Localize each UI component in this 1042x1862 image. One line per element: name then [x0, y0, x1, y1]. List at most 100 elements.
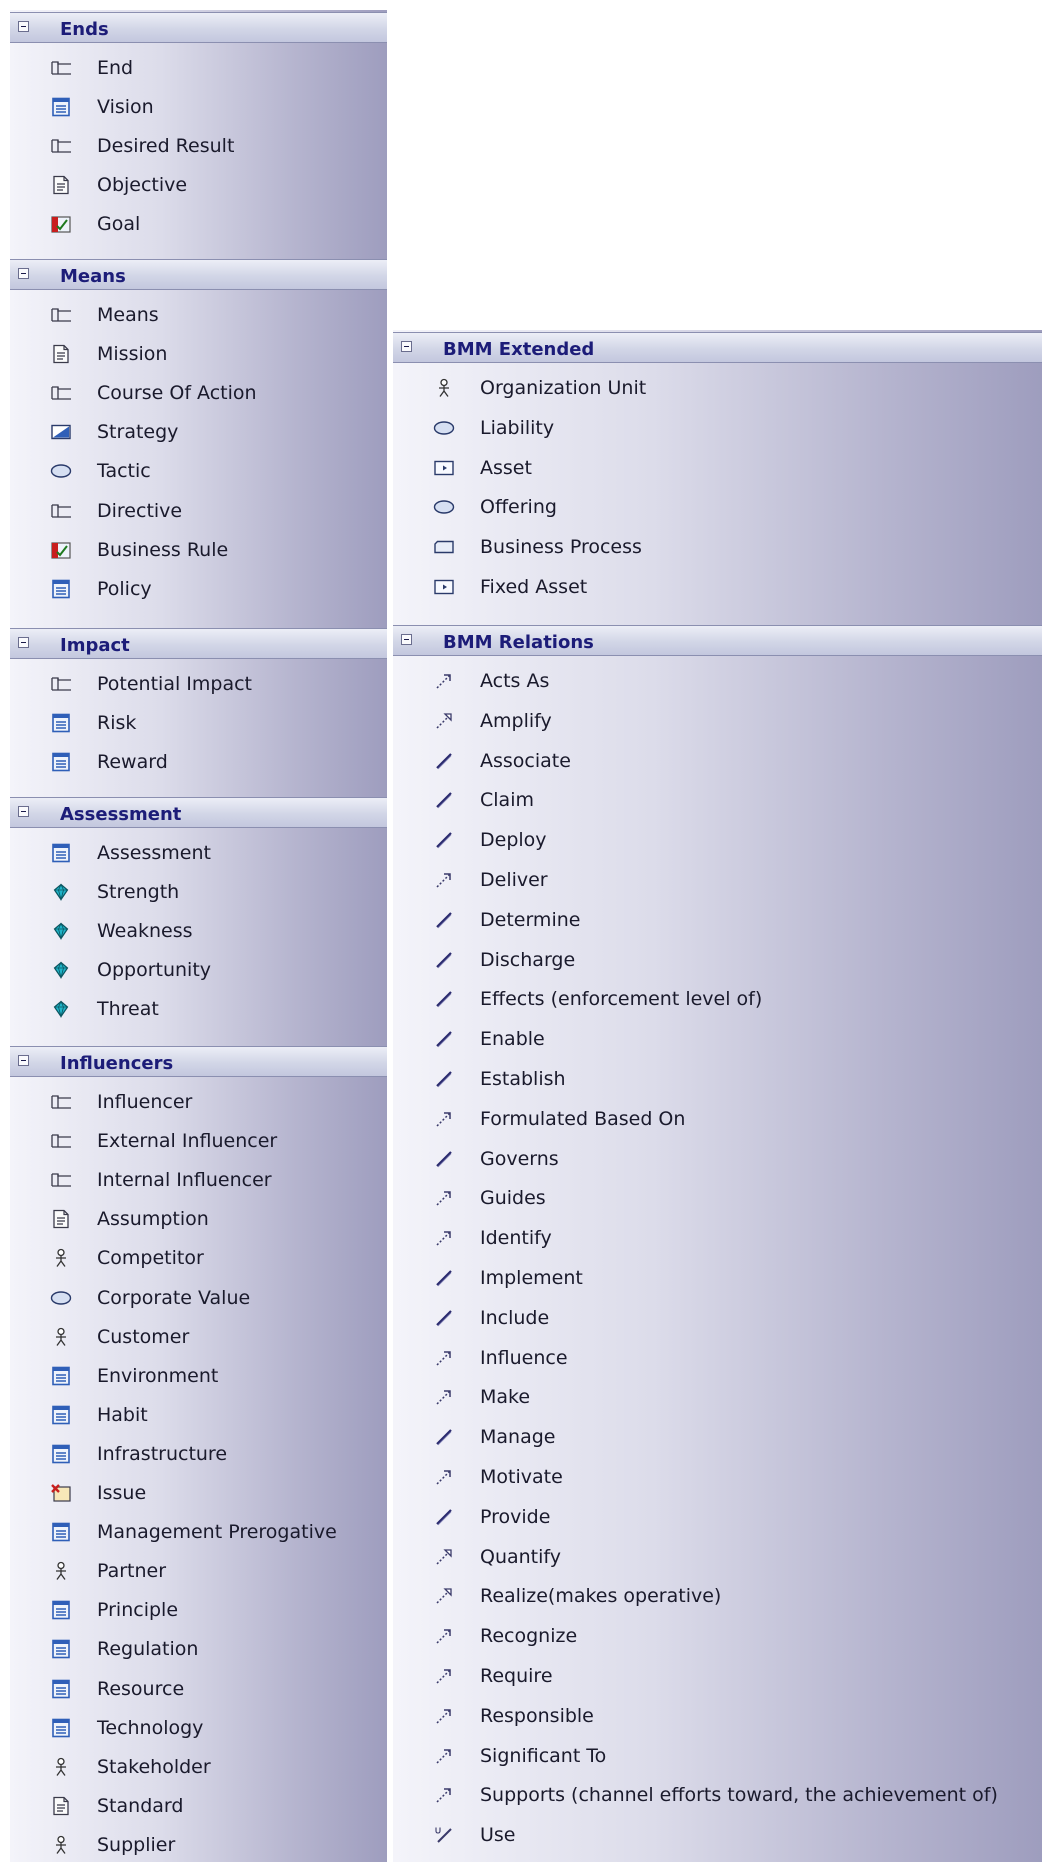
toolbox-item-corporate-value[interactable]: Corporate Value [10, 1278, 387, 1317]
toolbox-item-stakeholder[interactable]: Stakeholder [10, 1747, 387, 1786]
toolbox-item-opportunity[interactable]: Opportunity [10, 950, 387, 989]
toolbox-item-business-rule[interactable]: Business Rule [10, 530, 387, 569]
toolbox-item-supplier[interactable]: Supplier [10, 1825, 387, 1862]
toolbox-item-internal-influencer[interactable]: Internal Influencer [10, 1160, 387, 1199]
section-header-means[interactable]: Means [10, 259, 387, 290]
toolbox-item-manage[interactable]: Manage [393, 1417, 1042, 1456]
toolbox-item-quantify[interactable]: Quantify [393, 1537, 1042, 1576]
toolbox-item-influencer[interactable]: Influencer [10, 1082, 387, 1121]
toolbox-item-implement[interactable]: Implement [393, 1258, 1042, 1297]
toolbox-item-enable[interactable]: Enable [393, 1019, 1042, 1058]
section-header-bmm-relations[interactable]: BMM Relations [393, 625, 1042, 656]
toolbox-item-means[interactable]: Means [10, 295, 387, 334]
toolbox-item-label: Responsible [480, 1705, 594, 1727]
association-icon [433, 830, 455, 850]
toolbox-item-amplify[interactable]: Amplify [393, 701, 1042, 740]
toolbox-item-label: Supplier [97, 1834, 176, 1856]
dependency-icon [433, 1387, 455, 1407]
toolbox-item-fixed-asset[interactable]: Fixed Asset [393, 567, 1042, 606]
toolbox-item-acts-as[interactable]: Acts As [393, 661, 1042, 700]
toolbox-item-objective[interactable]: Objective [10, 165, 387, 204]
section-header-ends[interactable]: Ends [10, 12, 387, 43]
toolbox-item-desired-result[interactable]: Desired Result [10, 126, 387, 165]
toolbox-item-management-prerogative[interactable]: Management Prerogative [10, 1512, 387, 1551]
toolbox-item-environment[interactable]: Environment [10, 1356, 387, 1395]
toolbox-item-risk[interactable]: Risk [10, 703, 387, 742]
toolbox-item-issue[interactable]: Issue [10, 1473, 387, 1512]
toolbox-item-goal[interactable]: Goal [10, 204, 387, 243]
toolbox-item-reward[interactable]: Reward [10, 742, 387, 781]
toolbox-item-formulated-based-on[interactable]: Formulated Based On [393, 1099, 1042, 1138]
toolbox-item-resource[interactable]: Resource [10, 1669, 387, 1708]
toolbox-item-use[interactable]: Use [393, 1815, 1042, 1854]
toolbox-item-end[interactable]: End [10, 48, 387, 87]
toolbox-item-policy[interactable]: Policy [10, 569, 387, 608]
toolbox-item-significant-to[interactable]: Significant To [393, 1736, 1042, 1775]
toolbox-item-course-of-action[interactable]: Course Of Action [10, 373, 387, 412]
collapse-minus-icon[interactable] [401, 634, 412, 645]
toolbox-item-mission[interactable]: Mission [10, 334, 387, 373]
toolbox-item-effects-enforcement-level-of[interactable]: Effects (enforcement level of) [393, 979, 1042, 1018]
toolbox-item-associate[interactable]: Associate [393, 741, 1042, 780]
toolbox-item-recognize[interactable]: Recognize [393, 1616, 1042, 1655]
toolbox-item-determine[interactable]: Determine [393, 900, 1042, 939]
toolbox-item-strength[interactable]: Strength [10, 872, 387, 911]
section-header-impact[interactable]: Impact [10, 628, 387, 659]
section-header-influencers[interactable]: Influencers [10, 1046, 387, 1077]
collapse-minus-icon[interactable] [18, 1055, 29, 1066]
toolbox-item-label: Policy [97, 578, 152, 600]
section-header-bmm-extended[interactable]: BMM Extended [393, 332, 1042, 363]
collapse-minus-icon[interactable] [401, 341, 412, 352]
toolbox-item-label: Motivate [480, 1466, 563, 1488]
section-header-assessment[interactable]: Assessment [10, 797, 387, 828]
toolbox-item-threat[interactable]: Threat [10, 989, 387, 1028]
toolbox-item-motivate[interactable]: Motivate [393, 1457, 1042, 1496]
toolbox-item-principle[interactable]: Principle [10, 1590, 387, 1629]
toolbox-item-tactic[interactable]: Tactic [10, 451, 387, 490]
toolbox-item-provide[interactable]: Provide [393, 1497, 1042, 1536]
toolbox-item-technology[interactable]: Technology [10, 1708, 387, 1747]
toolbox-item-responsible[interactable]: Responsible [393, 1696, 1042, 1735]
document-icon [50, 579, 72, 599]
toolbox-item-habit[interactable]: Habit [10, 1395, 387, 1434]
toolbox-item-weakness[interactable]: Weakness [10, 911, 387, 950]
toolbox-item-label: Realize(makes operative) [480, 1585, 722, 1607]
toolbox-item-assessment[interactable]: Assessment [10, 833, 387, 872]
toolbox-item-make[interactable]: Make [393, 1377, 1042, 1416]
toolbox-item-strategy[interactable]: Strategy [10, 412, 387, 451]
toolbox-item-realize-makes-operative[interactable]: Realize(makes operative) [393, 1576, 1042, 1615]
toolbox-item-potential-impact[interactable]: Potential Impact [10, 664, 387, 703]
toolbox-item-discharge[interactable]: Discharge [393, 940, 1042, 979]
toolbox-item-infrastructure[interactable]: Infrastructure [10, 1434, 387, 1473]
toolbox-item-require[interactable]: Require [393, 1656, 1042, 1695]
toolbox-item-business-process[interactable]: Business Process [393, 527, 1042, 566]
toolbox-item-organization-unit[interactable]: Organization Unit [393, 368, 1042, 407]
toolbox-item-standard[interactable]: Standard [10, 1786, 387, 1825]
toolbox-item-governs[interactable]: Governs [393, 1139, 1042, 1178]
toolbox-item-identify[interactable]: Identify [393, 1218, 1042, 1257]
toolbox-item-partner[interactable]: Partner [10, 1551, 387, 1590]
collapse-minus-icon[interactable] [18, 806, 29, 817]
toolbox-item-deploy[interactable]: Deploy [393, 820, 1042, 859]
toolbox-item-label: Associate [480, 750, 571, 772]
toolbox-item-assumption[interactable]: Assumption [10, 1199, 387, 1238]
toolbox-item-guides[interactable]: Guides [393, 1178, 1042, 1217]
toolbox-item-liability[interactable]: Liability [393, 408, 1042, 447]
collapse-minus-icon[interactable] [18, 637, 29, 648]
toolbox-item-deliver[interactable]: Deliver [393, 860, 1042, 899]
toolbox-item-vision[interactable]: Vision [10, 87, 387, 126]
toolbox-item-include[interactable]: Include [393, 1298, 1042, 1337]
toolbox-item-influence[interactable]: Influence [393, 1338, 1042, 1377]
toolbox-item-competitor[interactable]: Competitor [10, 1238, 387, 1277]
toolbox-item-customer[interactable]: Customer [10, 1317, 387, 1356]
toolbox-item-external-influencer[interactable]: External Influencer [10, 1121, 387, 1160]
toolbox-item-regulation[interactable]: Regulation [10, 1629, 387, 1668]
toolbox-item-claim[interactable]: Claim [393, 780, 1042, 819]
collapse-minus-icon[interactable] [18, 21, 29, 32]
toolbox-item-asset[interactable]: Asset [393, 448, 1042, 487]
toolbox-item-establish[interactable]: Establish [393, 1059, 1042, 1098]
collapse-minus-icon[interactable] [18, 268, 29, 279]
toolbox-item-supports-channel-efforts-toward-the-achievement-of[interactable]: Supports (channel efforts toward, the ac… [393, 1775, 1042, 1814]
toolbox-item-offering[interactable]: Offering [393, 487, 1042, 526]
toolbox-item-directive[interactable]: Directive [10, 491, 387, 530]
